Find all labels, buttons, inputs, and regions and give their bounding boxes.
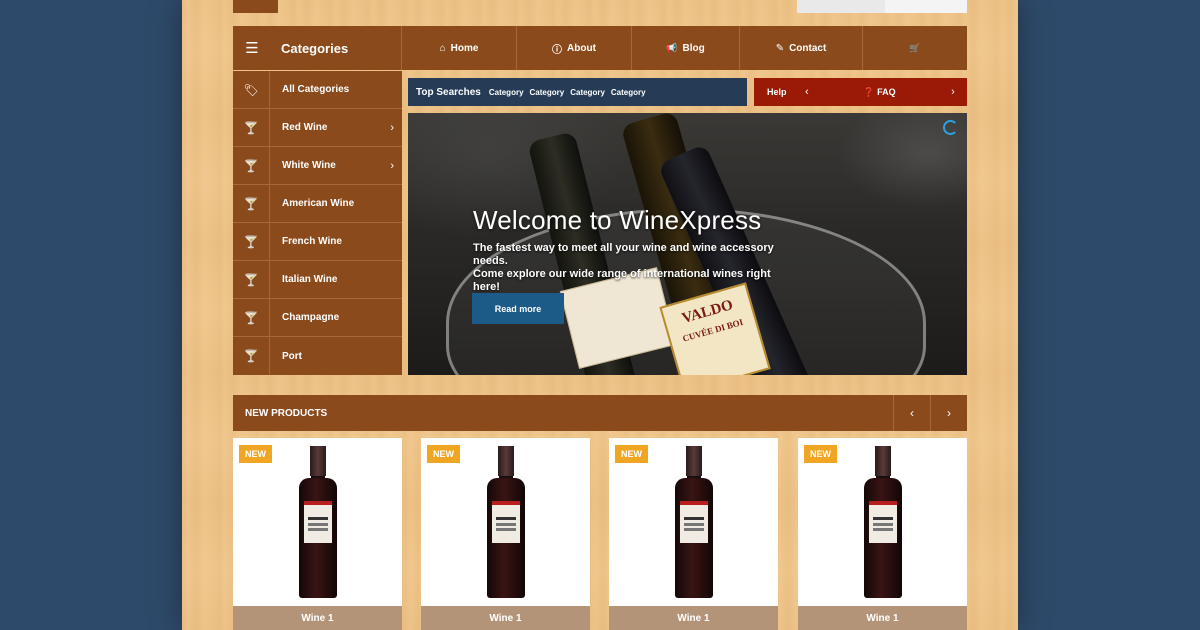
main-nav: ☰ Categories ⌂ Home ⓘ About 📢 Blog ✎ Con…	[233, 26, 967, 70]
sidebar-item-label: Italian Wine	[282, 274, 338, 285]
sidebar-item-label: Port	[282, 350, 302, 362]
product-name[interactable]: Wine 1	[233, 606, 402, 630]
nav-about-label: About	[567, 42, 596, 54]
chevron-right-icon: ›	[947, 406, 951, 420]
loading-spinner-icon	[943, 120, 958, 135]
chevron-right-icon: ›	[390, 159, 394, 172]
product-list: NEW Wine 1 NEW Wine 1 NEW Wine 1 NEW Win…	[233, 438, 967, 630]
category-sidebar: 🏷 All Categories 🍸 Red Wine › 🍸 White Wi…	[233, 71, 402, 375]
categories-toggle[interactable]: ☰ Categories	[233, 26, 402, 70]
sidebar-item-label: American Wine	[282, 198, 355, 209]
nav-home[interactable]: ⌂ Home	[402, 26, 517, 70]
carousel-prev-button[interactable]: ‹	[893, 395, 930, 431]
chevron-left-icon: ‹	[910, 406, 914, 420]
help-bar: Help ‹ ❓ FAQ ›	[754, 78, 967, 106]
bullhorn-icon: 📢	[666, 42, 678, 53]
nav-home-label: Home	[450, 42, 479, 54]
sidebar-item-all-categories[interactable]: 🏷 All Categories	[233, 71, 402, 109]
sidebar-item-label: Red Wine	[282, 122, 328, 133]
hero-text: Welcome to WineXpress The fastest way to…	[473, 205, 783, 294]
product-card[interactable]: NEW Wine 1	[609, 438, 778, 630]
product-card[interactable]: NEW Wine 1	[421, 438, 590, 630]
glass-icon: 🍸	[233, 261, 270, 298]
page-container: ☰ Categories ⌂ Home ⓘ About 📢 Blog ✎ Con…	[182, 0, 1018, 630]
tags-icon: 🏷	[233, 71, 270, 108]
sidebar-item-american-wine[interactable]: 🍸 American Wine	[233, 185, 402, 223]
glass-icon: 🍸	[233, 147, 270, 184]
menu-icon: ☰	[245, 40, 259, 57]
product-name[interactable]: Wine 1	[421, 606, 590, 630]
glass-icon: 🍸	[233, 223, 270, 260]
new-products-label: NEW PRODUCTS	[245, 407, 328, 419]
product-card[interactable]: NEW Wine 1	[798, 438, 967, 630]
hero-subtitle-line: Come explore our wide range of internati…	[473, 268, 771, 293]
faq-label: FAQ	[877, 86, 896, 97]
new-badge: NEW	[615, 445, 648, 463]
sidebar-item-port[interactable]: 🍸 Port	[233, 337, 402, 375]
cart-icon: 🛒	[909, 42, 921, 53]
glass-icon: 🍸	[233, 185, 270, 222]
hero-subtitle-line: The fastest way to meet all your wine an…	[473, 242, 774, 267]
wine-bottle-image	[299, 446, 337, 598]
top-search-box[interactable]	[797, 0, 967, 13]
question-circle-icon: ❓	[863, 86, 875, 97]
sidebar-item-red-wine[interactable]: 🍸 Red Wine ›	[233, 109, 402, 147]
home-icon: ⌂	[439, 42, 446, 54]
sidebar-item-french-wine[interactable]: 🍸 French Wine	[233, 223, 402, 261]
search-category-link[interactable]: Category	[570, 88, 605, 97]
read-more-button[interactable]: Read more	[472, 293, 564, 324]
new-products-header: NEW PRODUCTS ‹ ›	[233, 395, 967, 431]
chevron-left-icon[interactable]: ‹	[805, 86, 820, 98]
carousel-next-button[interactable]: ›	[930, 395, 967, 431]
help-label: Help	[767, 87, 787, 97]
hero-subtitle: The fastest way to meet all your wine an…	[473, 242, 783, 294]
sidebar-item-italian-wine[interactable]: 🍸 Italian Wine	[233, 261, 402, 299]
product-card[interactable]: NEW Wine 1	[233, 438, 402, 630]
sidebar-item-champagne[interactable]: 🍸 Champagne	[233, 299, 402, 337]
glass-icon: 🍸	[233, 109, 270, 146]
glass-icon: 🍸	[233, 299, 270, 336]
hero-title: Welcome to WineXpress	[473, 205, 762, 235]
search-category-link[interactable]: Category	[489, 88, 524, 97]
nav-blog-label: Blog	[682, 42, 705, 54]
new-badge: NEW	[239, 445, 272, 463]
hero-banner: VALDO CUVÉE DI BOI Welcome to WineXpress…	[408, 113, 967, 375]
nav-about[interactable]: ⓘ About	[517, 26, 632, 70]
glass-icon: 🍸	[233, 337, 270, 375]
new-badge: NEW	[427, 445, 460, 463]
wine-bottle-image	[864, 446, 902, 598]
nav-cart[interactable]: 🛒	[863, 26, 967, 70]
new-badge: NEW	[804, 445, 837, 463]
top-searches-label: Top Searches	[416, 86, 481, 98]
edit-icon: ✎	[775, 42, 785, 54]
search-category-link[interactable]: Category	[530, 88, 565, 97]
faq-link[interactable]: ❓ FAQ	[820, 87, 939, 98]
info-icon: ⓘ	[552, 44, 563, 56]
chevron-right-icon[interactable]: ›	[939, 86, 967, 98]
sidebar-item-label: Champagne	[282, 312, 340, 323]
top-tab	[233, 0, 278, 13]
product-name[interactable]: Wine 1	[609, 606, 778, 630]
wine-bottle-image	[675, 446, 713, 598]
chevron-right-icon: ›	[390, 121, 394, 134]
top-searches-bar: Top Searches Category Category Category …	[408, 78, 747, 106]
sidebar-item-white-wine[interactable]: 🍸 White Wine ›	[233, 147, 402, 185]
search-category-link[interactable]: Category	[611, 88, 646, 97]
product-name[interactable]: Wine 1	[798, 606, 967, 630]
sidebar-item-label: White Wine	[282, 160, 336, 171]
nav-contact-label: Contact	[789, 42, 827, 54]
nav-blog[interactable]: 📢 Blog	[632, 26, 740, 70]
sidebar-item-label: French Wine	[282, 236, 342, 247]
sidebar-item-label: All Categories	[282, 84, 350, 95]
categories-label: Categories	[281, 40, 349, 56]
nav-contact[interactable]: ✎ Contact	[740, 26, 863, 70]
wine-bottle-image	[487, 446, 525, 598]
